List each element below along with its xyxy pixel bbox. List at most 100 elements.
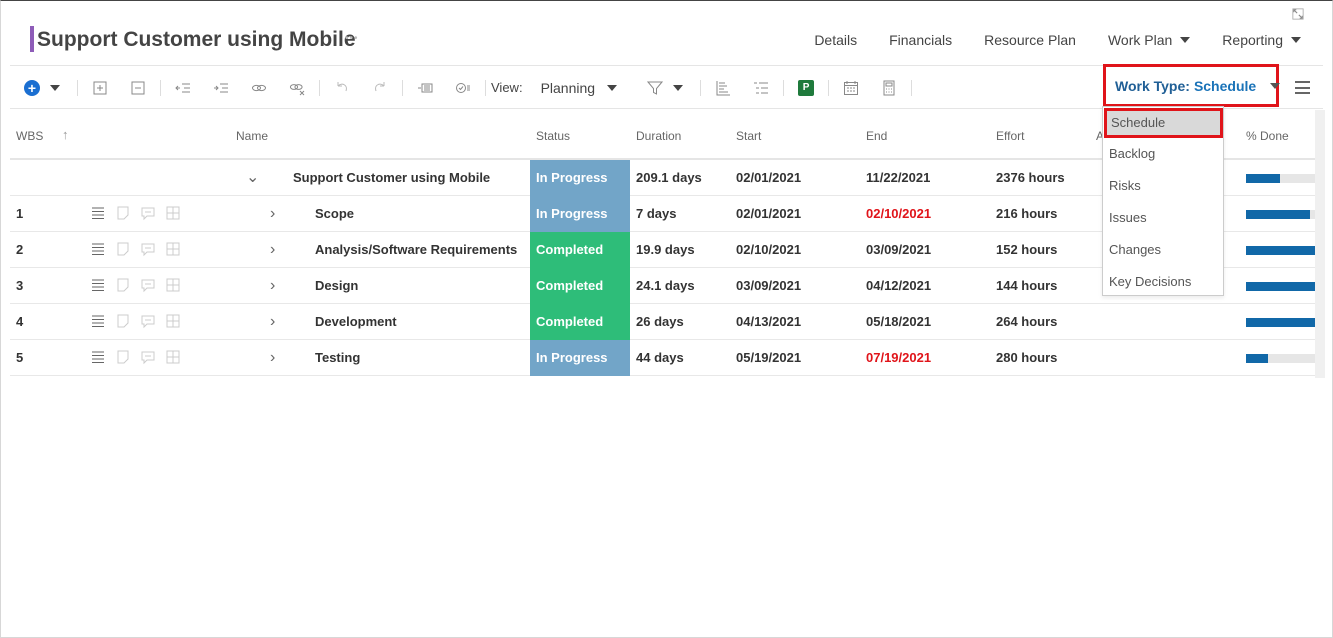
list-view-icon[interactable] <box>748 75 774 101</box>
task-start[interactable]: 02/01/2021 <box>736 160 801 196</box>
task-effort[interactable]: 144 hours <box>996 268 1057 304</box>
chevron-right-icon[interactable]: › <box>270 268 275 304</box>
column-header-start[interactable]: Start <box>736 129 761 143</box>
nav-resource-plan[interactable]: Resource Plan <box>968 30 1092 50</box>
task-start[interactable]: 03/09/2021 <box>736 268 801 304</box>
chevron-right-icon[interactable]: › <box>270 232 275 268</box>
task-end[interactable]: 11/22/2021 <box>866 160 930 196</box>
work-type-option-changes[interactable]: Changes <box>1103 234 1223 266</box>
task-duration[interactable]: 26 days <box>636 304 684 340</box>
work-type-option-issues[interactable]: Issues <box>1103 202 1223 234</box>
board-icon[interactable] <box>165 241 181 257</box>
nav-reporting[interactable]: Reporting <box>1206 30 1317 50</box>
filter-icon[interactable] <box>647 75 684 101</box>
project-more-icon[interactable]: ••• <box>345 33 359 44</box>
outdent-icon[interactable] <box>170 75 196 101</box>
redo-icon[interactable] <box>367 75 393 101</box>
chevron-right-icon[interactable]: › <box>270 340 275 376</box>
task-effort[interactable]: 216 hours <box>996 196 1057 232</box>
ms-project-export-icon[interactable]: P <box>793 75 819 101</box>
task-duration[interactable]: 209.1 days <box>636 160 702 196</box>
task-name[interactable]: Development <box>315 304 397 340</box>
comment-icon[interactable] <box>140 349 156 365</box>
undo-icon[interactable] <box>329 75 355 101</box>
task-effort[interactable]: 280 hours <box>996 340 1057 376</box>
task-name[interactable]: Testing <box>315 340 360 376</box>
drag-handle-icon[interactable] <box>90 313 106 329</box>
note-icon[interactable] <box>115 205 131 221</box>
columns-icon[interactable] <box>412 75 438 101</box>
indent-icon[interactable] <box>208 75 234 101</box>
work-type-option-backlog[interactable]: Backlog <box>1103 138 1223 170</box>
drag-handle-icon[interactable] <box>90 241 106 257</box>
expand-all-icon[interactable] <box>87 75 113 101</box>
board-icon[interactable] <box>165 205 181 221</box>
nav-financials[interactable]: Financials <box>873 30 968 50</box>
link-icon[interactable] <box>246 75 272 101</box>
column-header-end[interactable]: End <box>866 129 887 143</box>
task-duration[interactable]: 19.9 days <box>636 232 695 268</box>
add-dropdown-caret-icon[interactable] <box>50 84 60 91</box>
task-start[interactable]: 02/01/2021 <box>736 196 801 232</box>
note-icon[interactable] <box>115 277 131 293</box>
chevron-right-icon[interactable]: › <box>270 304 275 340</box>
board-icon[interactable] <box>165 313 181 329</box>
task-start[interactable]: 02/10/2021 <box>736 232 801 268</box>
column-header-duration[interactable]: Duration <box>636 129 681 143</box>
task-effort[interactable]: 264 hours <box>996 304 1057 340</box>
column-header-status[interactable]: Status <box>536 129 570 143</box>
drag-handle-icon[interactable] <box>90 277 106 293</box>
table-row[interactable]: 4 › Development Completed 26 days 04/13/… <box>10 304 1316 340</box>
task-check-icon[interactable] <box>450 75 476 101</box>
comment-icon[interactable] <box>140 241 156 257</box>
task-end[interactable]: 02/10/2021 <box>866 196 931 232</box>
comment-icon[interactable] <box>140 277 156 293</box>
task-duration[interactable]: 24.1 days <box>636 268 695 304</box>
task-effort[interactable]: 2376 hours <box>996 160 1065 196</box>
view-select[interactable]: Planning <box>541 80 618 96</box>
gantt-icon[interactable] <box>710 75 736 101</box>
work-type-option-schedule[interactable]: Schedule <box>1104 108 1223 138</box>
task-start[interactable]: 05/19/2021 <box>736 340 801 376</box>
work-type-option-risks[interactable]: Risks <box>1103 170 1223 202</box>
task-start[interactable]: 04/13/2021 <box>736 304 801 340</box>
task-end[interactable]: 05/18/2021 <box>866 304 931 340</box>
task-name[interactable]: Support Customer using Mobile <box>293 160 490 196</box>
column-header-done[interactable]: % Done <box>1246 129 1289 143</box>
task-effort[interactable]: 152 hours <box>996 232 1057 268</box>
calendar-icon[interactable] <box>838 75 864 101</box>
board-icon[interactable] <box>165 277 181 293</box>
column-header-name[interactable]: Name <box>236 129 268 143</box>
note-icon[interactable] <box>115 349 131 365</box>
task-name[interactable]: Analysis/Software Requirements <box>315 232 517 268</box>
comment-icon[interactable] <box>140 313 156 329</box>
note-icon[interactable] <box>115 313 131 329</box>
unlink-icon[interactable] <box>284 75 310 101</box>
task-end[interactable]: 04/12/2021 <box>866 268 931 304</box>
chevron-down-icon[interactable]: ⌄ <box>246 160 259 196</box>
task-duration[interactable]: 44 days <box>636 340 684 376</box>
collapse-all-icon[interactable] <box>125 75 151 101</box>
task-name[interactable]: Scope <box>315 196 354 232</box>
column-header-effort[interactable]: Effort <box>996 129 1024 143</box>
column-header-wbs[interactable]: WBS <box>16 129 43 143</box>
board-icon[interactable] <box>165 349 181 365</box>
note-icon[interactable] <box>115 241 131 257</box>
menu-icon[interactable] <box>1295 81 1310 94</box>
drag-handle-icon[interactable] <box>90 205 106 221</box>
drag-handle-icon[interactable] <box>90 349 106 365</box>
chevron-right-icon[interactable]: › <box>270 196 275 232</box>
table-row[interactable]: 5 › Testing In Progress 44 days 05/19/20… <box>10 340 1316 376</box>
sort-ascending-icon[interactable]: ↑ <box>62 127 69 142</box>
nav-details[interactable]: Details <box>798 30 873 50</box>
comment-icon[interactable] <box>140 205 156 221</box>
task-name[interactable]: Design <box>315 268 358 304</box>
work-type-option-key-decisions[interactable]: Key Decisions <box>1103 266 1223 298</box>
work-type-select[interactable]: Work Type: Schedule <box>1103 64 1281 107</box>
grid-scrollbar[interactable] <box>1315 110 1325 378</box>
task-end[interactable]: 03/09/2021 <box>866 232 931 268</box>
add-task-icon[interactable]: + <box>24 79 40 96</box>
task-end[interactable]: 07/19/2021 <box>866 340 931 376</box>
nav-work-plan[interactable]: Work Plan <box>1092 30 1206 50</box>
calculator-icon[interactable] <box>876 75 902 101</box>
